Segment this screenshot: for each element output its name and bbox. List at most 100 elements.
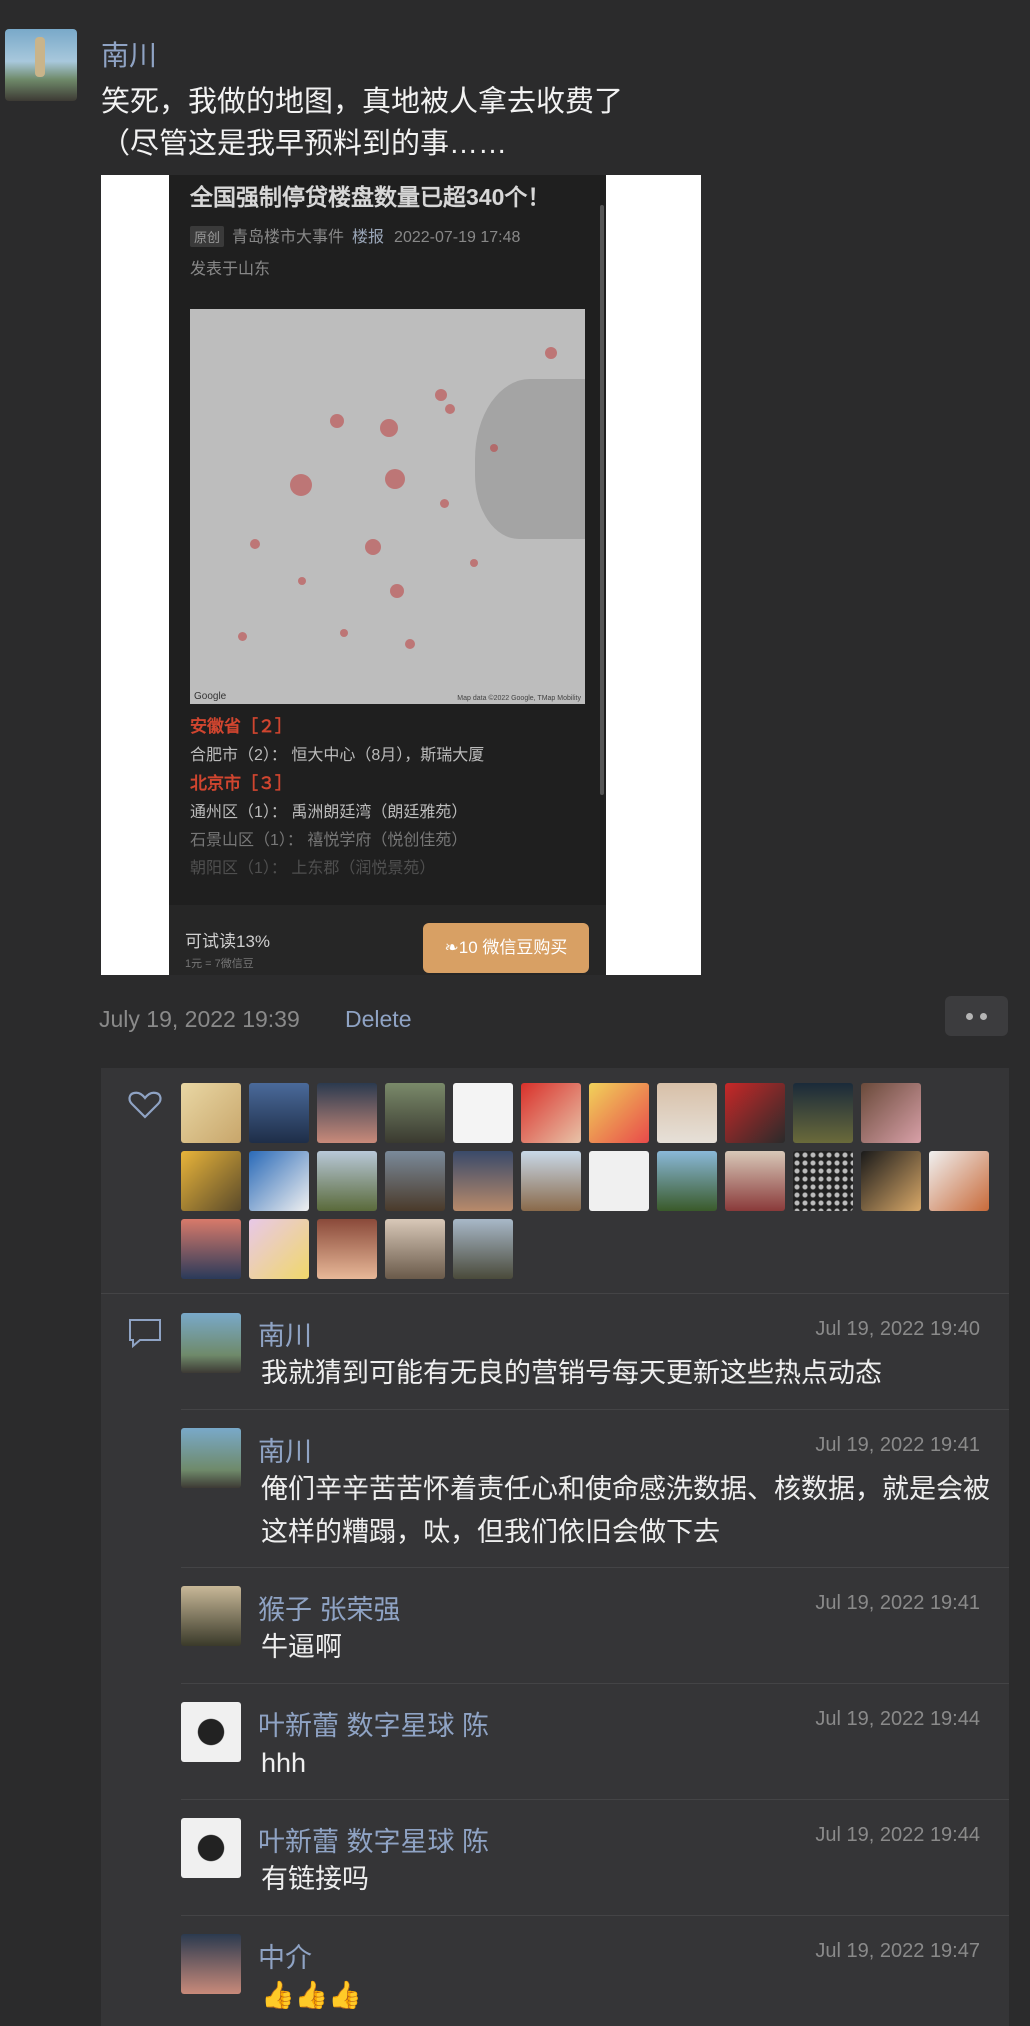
like-avatar[interactable] bbox=[725, 1083, 785, 1143]
map-dot bbox=[435, 389, 447, 401]
comment-time: Jul 19, 2022 19:47 bbox=[815, 1940, 980, 1962]
like-avatar[interactable] bbox=[385, 1083, 445, 1143]
commenter-name[interactable]: 叶新蕾 数字星球 陈 bbox=[258, 1704, 489, 1743]
divider bbox=[101, 1293, 1009, 1294]
comment-time: Jul 19, 2022 19:44 bbox=[815, 1824, 980, 1846]
map-dot bbox=[290, 474, 312, 496]
comment-icon bbox=[129, 1319, 161, 1348]
comment-divider bbox=[181, 1915, 1009, 1916]
map-dot bbox=[340, 629, 348, 637]
comment-time: Jul 19, 2022 19:44 bbox=[815, 1708, 980, 1730]
more-options-button[interactable] bbox=[945, 996, 1008, 1036]
like-avatar[interactable] bbox=[589, 1151, 649, 1211]
like-avatar[interactable] bbox=[317, 1219, 377, 1279]
post-timestamp: July 19, 2022 19:39 bbox=[99, 1006, 300, 1032]
comment-text[interactable]: 我就猜到可能有无良的营销号每天更新这些热点动态 bbox=[261, 1352, 991, 1395]
comment-text[interactable]: 俺们辛辛苦苦怀着责任心和使命感洗数据、核数据，就是会被这样的糟蹋，呔，但我们依旧… bbox=[261, 1468, 991, 1554]
comment-divider bbox=[181, 1799, 1009, 1800]
like-avatar[interactable] bbox=[929, 1151, 989, 1211]
like-avatar[interactable] bbox=[453, 1219, 513, 1279]
commenter-avatar[interactable] bbox=[181, 1934, 241, 1994]
post-author-name[interactable]: 南川 bbox=[101, 34, 157, 74]
commenter-name[interactable]: 南川 bbox=[258, 1314, 312, 1353]
comment-text[interactable]: 牛逼啊 bbox=[261, 1626, 991, 1669]
map-logo: Google bbox=[194, 691, 227, 702]
commenter-name[interactable]: 南川 bbox=[258, 1430, 312, 1469]
like-avatar[interactable] bbox=[453, 1083, 513, 1143]
author-avatar[interactable] bbox=[5, 29, 77, 101]
like-avatar[interactable] bbox=[861, 1083, 921, 1143]
comment-divider bbox=[181, 1683, 1009, 1684]
map-dot bbox=[470, 559, 478, 567]
map-dot bbox=[445, 404, 455, 414]
like-avatar[interactable] bbox=[181, 1151, 241, 1211]
article-card: 全国强制停贷楼盘数量已超340个！ 原创 青岛楼市大事件 楼报 2022-07-19 … bbox=[169, 175, 606, 975]
article-screenshot-image[interactable]: 全国强制停贷楼盘数量已超340个！ 原创 青岛楼市大事件 楼报 2022-07-19 … bbox=[101, 175, 701, 975]
like-avatar[interactable] bbox=[249, 1219, 309, 1279]
like-avatar[interactable] bbox=[249, 1151, 309, 1211]
article-source: 青岛楼市大事件 bbox=[232, 229, 345, 246]
like-avatar[interactable] bbox=[453, 1151, 513, 1211]
like-avatar[interactable] bbox=[521, 1083, 581, 1143]
city-line: 通州区（1）： 禹洲朗廷湾（朗廷雅苑） bbox=[190, 804, 468, 821]
like-avatar[interactable] bbox=[317, 1151, 377, 1211]
dot-icon bbox=[980, 1013, 987, 1020]
comment-text[interactable]: hhh bbox=[261, 1742, 991, 1785]
article-source-link: 楼报 bbox=[352, 229, 385, 246]
commenter-avatar[interactable] bbox=[181, 1818, 241, 1878]
province-heading: 北京市［３］ bbox=[190, 774, 292, 793]
like-avatar[interactable] bbox=[181, 1219, 241, 1279]
price-note: 1元 = 7微信豆 bbox=[185, 958, 254, 970]
like-avatar[interactable] bbox=[385, 1219, 445, 1279]
comment-text[interactable]: 👍👍👍 bbox=[261, 1974, 991, 2017]
sea-area bbox=[475, 379, 585, 539]
like-avatar[interactable] bbox=[725, 1151, 785, 1211]
map-dot bbox=[390, 584, 404, 598]
commenter-name[interactable]: 中介 bbox=[258, 1936, 312, 1975]
delete-link[interactable]: Delete bbox=[345, 1006, 411, 1033]
like-avatar[interactable] bbox=[589, 1083, 649, 1143]
map-dot bbox=[365, 539, 381, 555]
article-scrollbar[interactable] bbox=[600, 205, 604, 795]
map-dot bbox=[405, 639, 415, 649]
commenter-name[interactable]: 叶新蕾 数字星球 陈 bbox=[258, 1820, 489, 1859]
commenter-avatar[interactable] bbox=[181, 1313, 241, 1373]
commenter-name[interactable]: 猴子 张荣强 bbox=[258, 1588, 401, 1627]
like-avatar[interactable] bbox=[181, 1083, 241, 1143]
comment-time: Jul 19, 2022 19:40 bbox=[815, 1318, 980, 1340]
comment-divider bbox=[181, 1567, 1009, 1568]
like-avatar[interactable] bbox=[793, 1083, 853, 1143]
article-location: 发表于山东 bbox=[190, 261, 271, 278]
comment-time: Jul 19, 2022 19:41 bbox=[815, 1434, 980, 1456]
post-text: 笑死，我做的地图，真地被人拿去收费了 （尽管这是我早预料到的事…… bbox=[101, 86, 624, 160]
like-avatar[interactable] bbox=[793, 1151, 853, 1211]
like-avatar[interactable] bbox=[657, 1083, 717, 1143]
map-dot bbox=[330, 414, 344, 428]
commenter-avatar[interactable] bbox=[181, 1428, 241, 1488]
like-avatar[interactable] bbox=[521, 1151, 581, 1211]
province-heading: 安徽省［２］ bbox=[190, 717, 292, 736]
map-dot bbox=[250, 539, 260, 549]
map-dot bbox=[545, 347, 557, 359]
like-avatar[interactable] bbox=[861, 1151, 921, 1211]
city-line: 合肥市（2）： 恒大中心（8月），斯瑞大厦 bbox=[190, 747, 485, 764]
dot-icon bbox=[966, 1013, 973, 1020]
map-credit: Map data ©2022 Google, TMap Mobility bbox=[457, 695, 581, 702]
like-avatar[interactable] bbox=[317, 1083, 377, 1143]
buy-button[interactable]: ❧10 微信豆购买 bbox=[423, 923, 589, 973]
map-dot bbox=[298, 577, 306, 585]
original-tag: 原创 bbox=[190, 226, 225, 247]
comment-divider bbox=[181, 1409, 1009, 1410]
map-dot bbox=[238, 632, 247, 641]
china-map-image: Google Map data ©2022 Google, TMap Mobil… bbox=[190, 309, 585, 704]
like-avatar[interactable] bbox=[249, 1083, 309, 1143]
like-avatar[interactable] bbox=[657, 1151, 717, 1211]
heart-icon bbox=[128, 1091, 162, 1119]
like-avatar[interactable] bbox=[385, 1151, 445, 1211]
map-dot bbox=[380, 419, 398, 437]
comment-text[interactable]: 有链接吗 bbox=[261, 1858, 991, 1901]
try-read-label: 可试读13% bbox=[185, 932, 271, 951]
commenter-avatar[interactable] bbox=[181, 1702, 241, 1762]
commenter-avatar[interactable] bbox=[181, 1586, 241, 1646]
map-dot bbox=[490, 444, 498, 452]
